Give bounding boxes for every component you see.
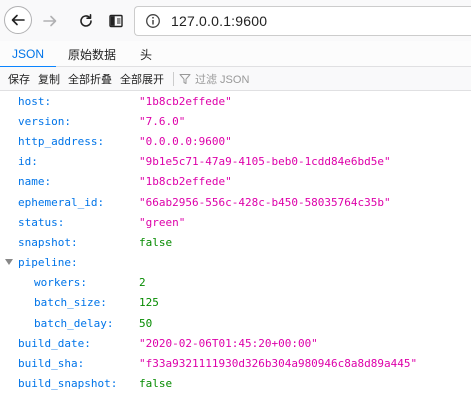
json-key: version: [18, 114, 71, 128]
forward-button[interactable] [36, 7, 64, 35]
json-value: "7.6.0" [139, 114, 186, 128]
json-row[interactable]: name: "1b8cb2effede" [0, 172, 471, 192]
json-value: false [139, 377, 173, 391]
json-row[interactable]: workers: 2 [0, 273, 471, 293]
reader-view-button[interactable] [102, 7, 130, 35]
json-key: id: [18, 155, 38, 169]
json-row[interactable]: id: "9b1e5c71-47a9-4105-beb0-1cdd84e6bd5e… [0, 152, 471, 172]
json-row[interactable]: snapshot: false [0, 232, 471, 252]
json-key: build_date: [18, 336, 91, 350]
json-row[interactable]: host: "1b8cb2effede" [0, 91, 471, 111]
json-row[interactable]: pipeline: [0, 253, 471, 273]
reload-button[interactable] [72, 7, 100, 35]
json-value: "0.0.0.0:9600" [139, 134, 232, 148]
json-row[interactable]: batch_delay: 50 [0, 313, 471, 333]
browser-toolbar: 127.0.0.1:9600 [0, 0, 471, 41]
json-row[interactable]: ephemeral_id: "66ab2956-556c-428c-b450-58… [0, 192, 471, 212]
json-value: "2020-02-06T01:45:20+00:00" [139, 336, 318, 350]
filter-json-input[interactable]: 过滤 JSON [179, 71, 249, 87]
json-row[interactable]: batch_size: 125 [0, 293, 471, 313]
reader-view-icon [109, 14, 123, 28]
json-row[interactable]: version: "7.6.0" [0, 111, 471, 131]
reload-icon [80, 14, 92, 27]
tab-json[interactable]: JSON [0, 41, 57, 68]
json-key: http_address: [18, 134, 105, 148]
json-key: snapshot: [18, 235, 78, 249]
url-bar[interactable]: 127.0.0.1:9600 [134, 6, 471, 36]
json-actions-bar: 保存 复制 全部折叠 全部展开 过滤 JSON [0, 67, 471, 91]
filter-placeholder: 过滤 JSON [195, 73, 250, 86]
json-value: "f33a9321111930d326b304a980946c8a8d89a44… [139, 357, 418, 371]
collapse-all-button[interactable]: 全部折叠 [64, 67, 116, 91]
json-value: false [139, 235, 173, 249]
arrow-left-icon [11, 14, 25, 26]
json-key: ephemeral_id: [18, 195, 105, 209]
json-row[interactable]: http_address: "0.0.0.0:9600" [0, 131, 471, 151]
expand-toggle-icon[interactable] [5, 258, 13, 265]
json-value: "9b1e5c71-47a9-4105-beb0-1cdd84e6bd5e" [139, 155, 391, 169]
json-value: 2 [139, 276, 146, 290]
json-key: batch_size: [34, 296, 107, 310]
json-value: 50 [139, 316, 153, 330]
json-row[interactable]: build_sha: "f33a9321111930d326b304a980946… [0, 353, 471, 373]
json-value: "1b8cb2effede" [139, 94, 232, 108]
json-key: build_snapshot: [18, 377, 118, 391]
json-key: host: [18, 94, 52, 108]
json-row[interactable]: status: "green" [0, 212, 471, 232]
arrow-right-icon [43, 15, 57, 27]
viewer-tabs: JSON 原始数据 头 [0, 41, 471, 68]
json-value: "1b8cb2effede" [139, 175, 232, 189]
save-button[interactable]: 保存 [4, 67, 34, 91]
expand-all-button[interactable]: 全部展开 [116, 67, 168, 91]
json-value: "green" [139, 215, 186, 229]
json-value: "66ab2956-556c-428c-b450-58035764c35b" [139, 195, 391, 209]
info-icon[interactable] [145, 13, 161, 29]
tab-headers[interactable]: 头 [128, 41, 164, 67]
json-value: 125 [139, 296, 159, 310]
json-key: name: [18, 175, 52, 189]
tab-raw-data[interactable]: 原始数据 [56, 41, 128, 67]
json-row[interactable]: build_date: "2020-02-06T01:45:20+00:00" [0, 333, 471, 353]
url-text[interactable]: 127.0.0.1:9600 [171, 13, 267, 29]
json-key: build_sha: [18, 357, 85, 371]
divider [173, 71, 174, 86]
json-key: workers: [34, 276, 87, 290]
copy-button[interactable]: 复制 [34, 67, 64, 91]
back-button[interactable] [4, 6, 32, 34]
json-key: pipeline: [18, 256, 78, 270]
json-row[interactable]: build_snapshot: false [0, 374, 471, 394]
json-key: status: [18, 215, 65, 229]
filter-icon [179, 73, 191, 84]
json-tree: host: "1b8cb2effede" version: "7.6.0" http_a… [0, 91, 471, 394]
json-key: batch_delay: [34, 316, 114, 330]
